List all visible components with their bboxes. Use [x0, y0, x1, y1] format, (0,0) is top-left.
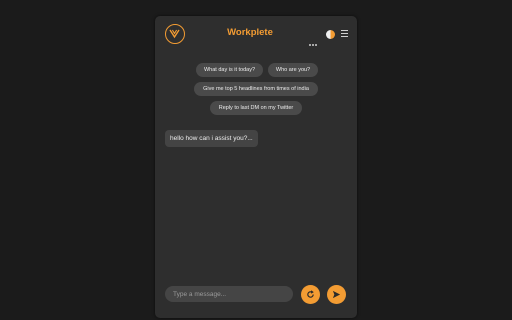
refresh-button[interactable] — [301, 285, 320, 304]
app-title: Workplete — [227, 27, 273, 38]
message-input[interactable] — [165, 286, 293, 302]
chat-panel: Workplete What day is it today? Who are … — [155, 16, 357, 318]
chat-header: Workplete — [155, 16, 357, 52]
send-button[interactable] — [327, 285, 346, 304]
suggestion-chip[interactable]: Give me top 5 headlines from times of in… — [194, 82, 318, 96]
suggestion-chip[interactable]: What day is it today? — [196, 63, 263, 77]
more-dots-icon[interactable] — [309, 33, 319, 46]
suggestion-chip[interactable]: Reply to last DM on my Twitter — [210, 101, 302, 115]
page-background: Workplete What day is it today? Who are … — [0, 0, 512, 320]
refresh-icon — [307, 290, 314, 298]
workplete-logo-icon[interactable] — [165, 24, 185, 44]
hamburger-menu-icon[interactable] — [341, 30, 348, 37]
send-icon — [332, 290, 341, 299]
theme-toggle-icon[interactable] — [326, 30, 335, 39]
suggestion-chip[interactable]: Who are you? — [268, 63, 318, 77]
assistant-message-bubble: hello how can i assist you?... — [165, 130, 258, 147]
